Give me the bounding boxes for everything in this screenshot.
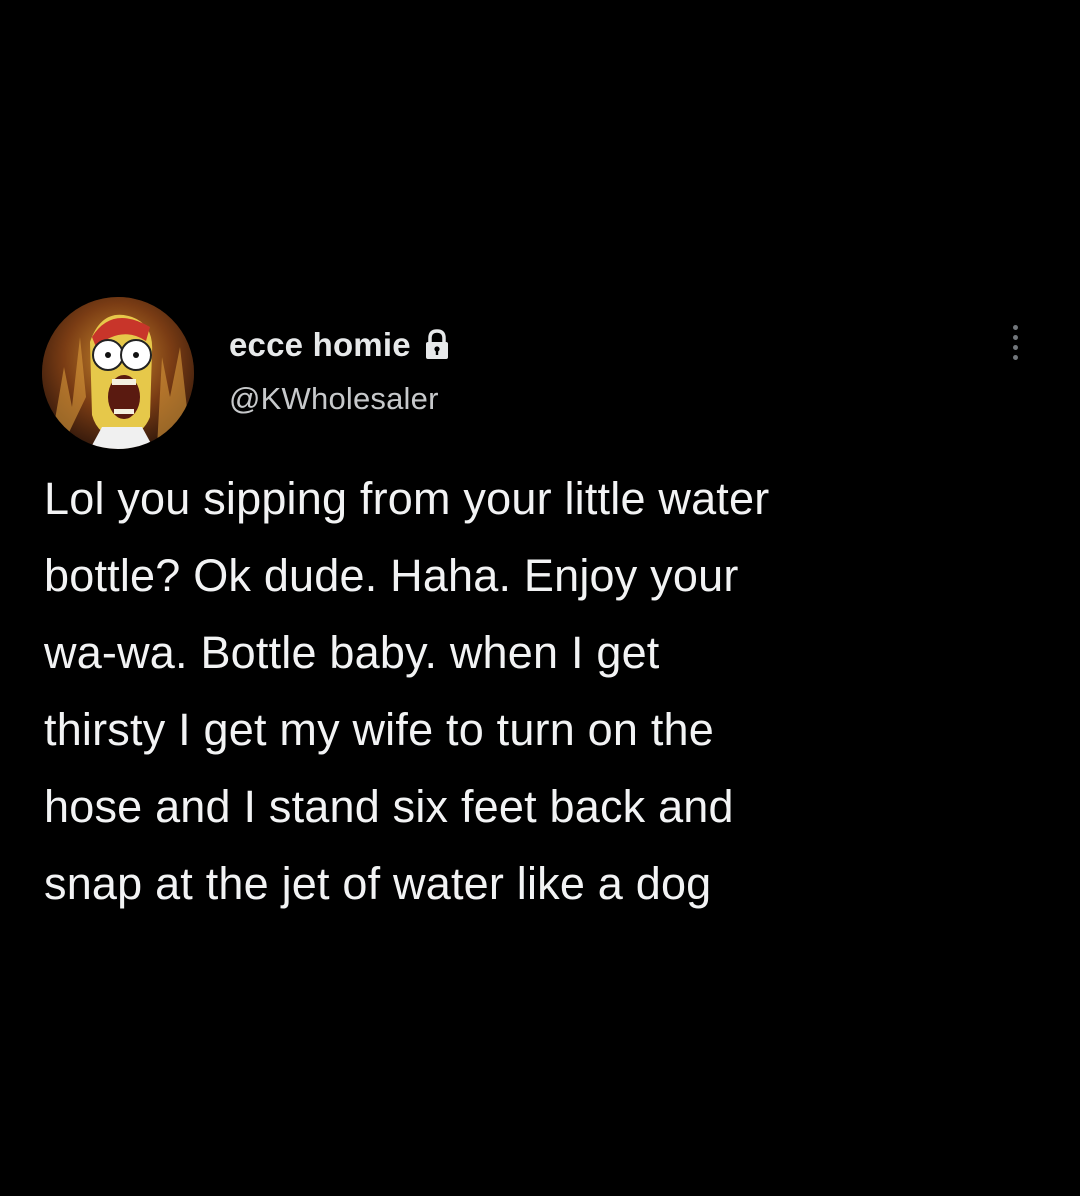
tweet-text-line: wa-wa. Bottle baby. when I get bbox=[44, 627, 660, 678]
lock-icon bbox=[423, 328, 451, 362]
tweet-text-line: Lol you sipping from your little water bbox=[44, 473, 770, 524]
cartoon-avatar-icon bbox=[42, 297, 194, 449]
tweet-text-line: thirsty I get my wife to turn on the bbox=[44, 704, 714, 755]
more-dot bbox=[1012, 344, 1018, 350]
tweet-text-line: bottle? Ok dude. Haha. Enjoy your bbox=[44, 550, 739, 601]
more-dot bbox=[1012, 334, 1018, 340]
tweet-text-line: snap at the jet of water like a dog bbox=[44, 858, 712, 909]
tweet-text-line: hose and I stand six feet back and bbox=[44, 781, 734, 832]
author-name-row: ecce homie bbox=[229, 322, 451, 368]
avatar[interactable] bbox=[42, 297, 194, 449]
tweet-card: ecce homie @KWholesaler Lol you sipping … bbox=[0, 0, 1080, 1196]
author-handle[interactable]: @KWholesaler bbox=[229, 381, 439, 417]
more-dot bbox=[1012, 354, 1018, 360]
author-display-name[interactable]: ecce homie bbox=[229, 326, 411, 364]
tweet-text: Lol you sipping from your little water b… bbox=[44, 460, 1044, 922]
more-vertical-icon[interactable] bbox=[998, 322, 1032, 362]
more-dot bbox=[1012, 324, 1018, 330]
